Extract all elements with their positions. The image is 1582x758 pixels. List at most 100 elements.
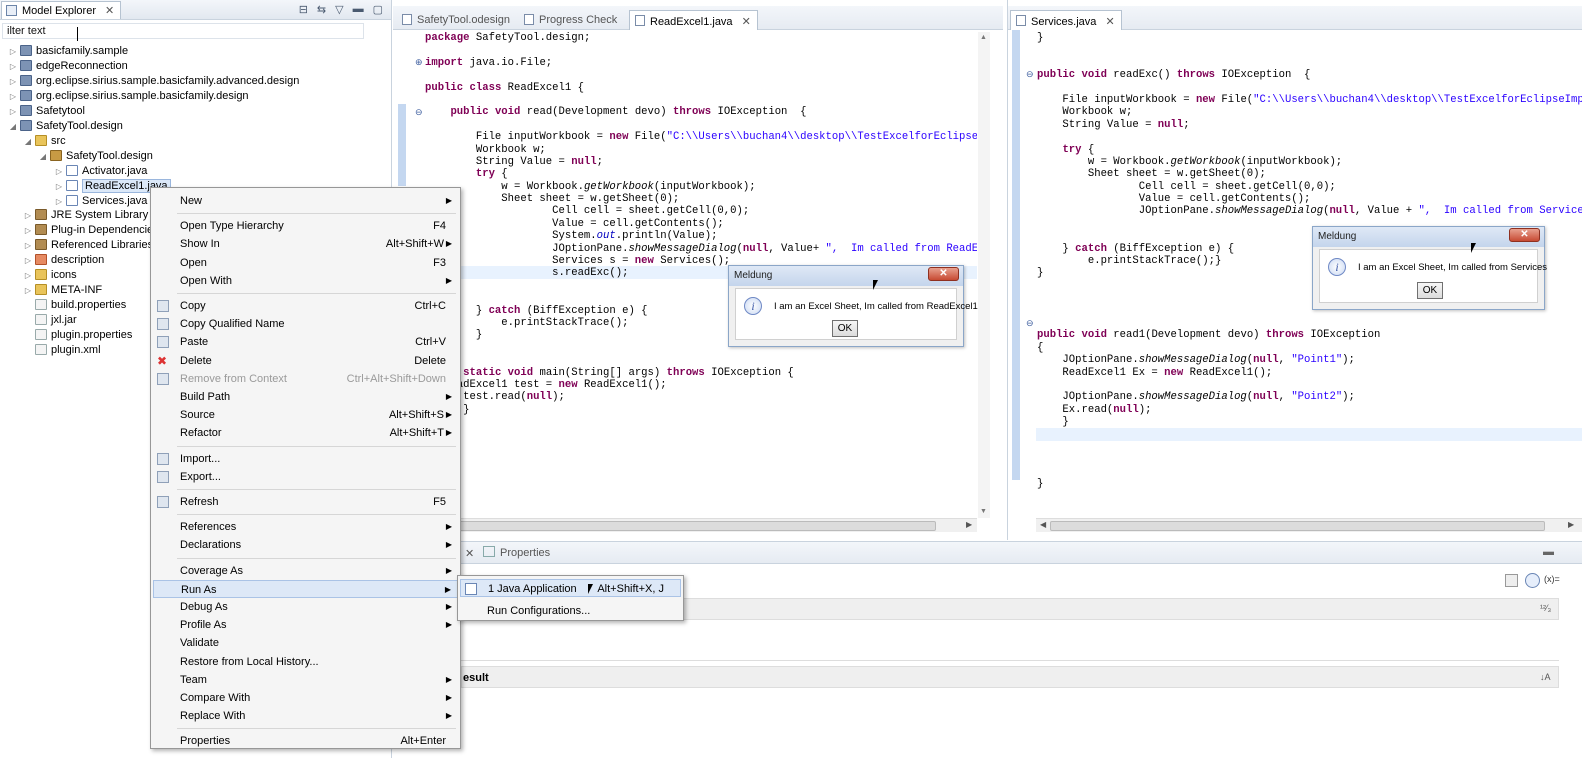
fold-minus-icon[interactable]: ⊖: [1026, 69, 1034, 80]
menu-item-replace-with[interactable]: Replace With ▶: [153, 707, 458, 725]
tree-item[interactable]: ▷ Safetytool: [8, 104, 85, 119]
menu-item-restore-from-local-history[interactable]: Restore from Local History...: [153, 653, 458, 671]
tree-item[interactable]: ▷ META-INF: [23, 283, 102, 298]
debug-display-icon[interactable]: (x)=: [1544, 574, 1560, 584]
menu-item-delete[interactable]: ✖ Delete Delete: [153, 352, 458, 370]
tree-item[interactable]: build.properties: [23, 298, 126, 313]
menu-item-refactor[interactable]: Refactor Alt+Shift+T ▶: [153, 424, 458, 442]
menu-item-open-type-hierarchy[interactable]: Open Type Hierarchy F4: [153, 217, 458, 235]
menu-item-source[interactable]: Source Alt+Shift+S ▶: [153, 406, 458, 424]
tree-item[interactable]: ◢ src: [23, 134, 66, 149]
menu-item-debug-as[interactable]: Debug As ▶: [153, 598, 458, 616]
pin-icon[interactable]: [1505, 574, 1518, 587]
tree-item[interactable]: ▷ Plug-in Dependencies: [23, 223, 159, 238]
scroll-left-icon[interactable]: ◀: [1040, 520, 1046, 529]
tree-item[interactable]: ▷ org.eclipse.sirius.sample.basicfamily.d…: [8, 89, 249, 104]
close-icon[interactable]: ✕: [742, 16, 751, 28]
tab-model-explorer[interactable]: Model Explorer ✕: [1, 1, 122, 19]
filter-input[interactable]: ilter text: [2, 23, 364, 39]
tree-item[interactable]: ▷ Referenced Libraries: [23, 238, 153, 253]
menu-item-open-with[interactable]: Open With ▶: [153, 272, 458, 290]
expand-toggle-icon[interactable]: ▷: [54, 194, 64, 209]
minimize-icon[interactable]: ▬: [353, 3, 364, 16]
ok-button[interactable]: OK: [1417, 282, 1443, 299]
expand-toggle-icon[interactable]: ▷: [54, 164, 64, 179]
menu-item-export[interactable]: Export...: [153, 468, 458, 486]
tree-item[interactable]: plugin.properties: [23, 328, 132, 343]
expand-toggle-icon[interactable]: ◢: [23, 134, 33, 149]
scroll-up-icon[interactable]: ▲: [980, 34, 987, 41]
menu-item-team[interactable]: Team ▶: [153, 671, 458, 689]
view-menu-icon[interactable]: ▽: [335, 3, 343, 16]
menu-item-run-as[interactable]: Run As ▶: [153, 579, 458, 598]
tab-readexcel1-java[interactable]: ReadExcel1.java ✕: [629, 10, 758, 30]
tab-services-java[interactable]: Services.java ✕: [1010, 10, 1122, 30]
tree-item[interactable]: ▷ org.eclipse.sirius.sample.basicfamily.a…: [8, 74, 299, 89]
fold-minus-icon[interactable]: ⊖: [1026, 318, 1034, 329]
tree-item[interactable]: ▷ icons: [23, 268, 77, 283]
expand-toggle-icon[interactable]: ▷: [8, 104, 18, 119]
menu-item-new[interactable]: New ▶: [153, 192, 458, 210]
menu-item-run-configurations[interactable]: Run Configurations...: [460, 602, 681, 620]
menu-item-copy-qualified-name[interactable]: Copy Qualified Name: [153, 315, 458, 333]
expand-toggle-icon[interactable]: ▷: [23, 208, 33, 223]
expand-toggle-icon[interactable]: ◢: [8, 119, 18, 134]
menu-item-compare-with[interactable]: Compare With ▶: [153, 689, 458, 707]
sort-icon[interactable]: ¹²⁄₃: [1540, 603, 1551, 613]
tree-item[interactable]: ▷JRE System Library[jre: [23, 208, 166, 223]
menu-item-open[interactable]: Open F3: [153, 254, 458, 272]
tree-item[interactable]: ▷ description: [23, 253, 104, 268]
scroll-down-icon[interactable]: ▼: [980, 508, 987, 515]
menu-item-validate[interactable]: Validate: [153, 634, 458, 652]
tree-item[interactable]: ▷ edgeReconnection: [8, 59, 128, 74]
menu-item-import[interactable]: Import...: [153, 450, 458, 468]
scroll-right-icon[interactable]: ▶: [1568, 520, 1574, 529]
tree-item[interactable]: ◢ SafetyTool.design: [8, 119, 123, 134]
minimize-icon[interactable]: ▬: [1543, 546, 1554, 558]
tree-item[interactable]: plugin.xml: [23, 343, 101, 358]
maximize-icon[interactable]: ▢: [373, 3, 383, 16]
scroll-thumb[interactable]: [411, 521, 936, 531]
close-icon[interactable]: ✕: [465, 547, 474, 560]
fold-plus-icon[interactable]: ⊕: [415, 57, 423, 68]
horizontal-scrollbar[interactable]: ▶: [411, 518, 977, 532]
menu-item-properties[interactable]: Properties Alt+Enter: [153, 732, 458, 750]
dialog-close-button[interactable]: ✕: [1509, 228, 1540, 242]
tree-item[interactable]: ◢ SafetyTool.design: [38, 149, 153, 164]
expand-toggle-icon[interactable]: ▷: [8, 74, 18, 89]
horizontal-scrollbar[interactable]: ◀ ▶: [1036, 518, 1582, 532]
close-icon[interactable]: ✕: [105, 5, 114, 17]
clock-icon[interactable]: [1525, 573, 1540, 588]
ok-button[interactable]: OK: [832, 320, 858, 337]
menu-item-show-in[interactable]: Show In Alt+Shift+W ▶: [153, 235, 458, 253]
expand-toggle-icon[interactable]: ▷: [8, 44, 18, 59]
menu-item-refresh[interactable]: Refresh F5: [153, 493, 458, 511]
sort-az-icon[interactable]: ↓A: [1540, 672, 1551, 682]
menu-item-profile-as[interactable]: Profile As ▶: [153, 616, 458, 634]
tab-properties[interactable]: Properties: [500, 547, 550, 559]
expand-toggle-icon[interactable]: ▷: [23, 238, 33, 253]
dialog-close-button[interactable]: ✕: [928, 267, 959, 281]
close-icon[interactable]: ✕: [1105, 16, 1114, 28]
menu-item-paste[interactable]: Paste Ctrl+V: [153, 333, 458, 351]
fold-minus-icon[interactable]: ⊖: [415, 107, 423, 118]
collapse-all-icon[interactable]: ⊟: [299, 3, 308, 16]
menu-item-coverage-as[interactable]: Coverage As ▶: [153, 562, 458, 580]
expand-toggle-icon[interactable]: ◢: [38, 149, 48, 164]
tree-item[interactable]: ▷ Services.java: [54, 194, 147, 209]
menu-item-copy[interactable]: Copy Ctrl+C: [153, 297, 458, 315]
expand-toggle-icon[interactable]: ▷: [23, 283, 33, 298]
expand-toggle-icon[interactable]: ▷: [23, 223, 33, 238]
link-with-editor-icon[interactable]: ⇆: [317, 3, 326, 16]
expand-toggle-icon[interactable]: ▷: [8, 89, 18, 104]
tree-item[interactable]: jxl.jar: [23, 313, 77, 328]
menu-item-declarations[interactable]: Declarations ▶: [153, 536, 458, 554]
expand-toggle-icon[interactable]: ▷: [54, 179, 64, 194]
scroll-right-icon[interactable]: ▶: [966, 520, 972, 529]
scroll-thumb[interactable]: [1050, 521, 1545, 531]
tree-item[interactable]: ▷ basicfamily.sample: [8, 44, 128, 59]
expand-toggle-icon[interactable]: ▷: [23, 268, 33, 283]
vertical-scrollbar[interactable]: ▲ ▼: [978, 32, 990, 518]
tab-safetytool-odesign[interactable]: SafetyTool.odesign: [397, 10, 516, 30]
expand-toggle-icon[interactable]: ▷: [23, 253, 33, 268]
